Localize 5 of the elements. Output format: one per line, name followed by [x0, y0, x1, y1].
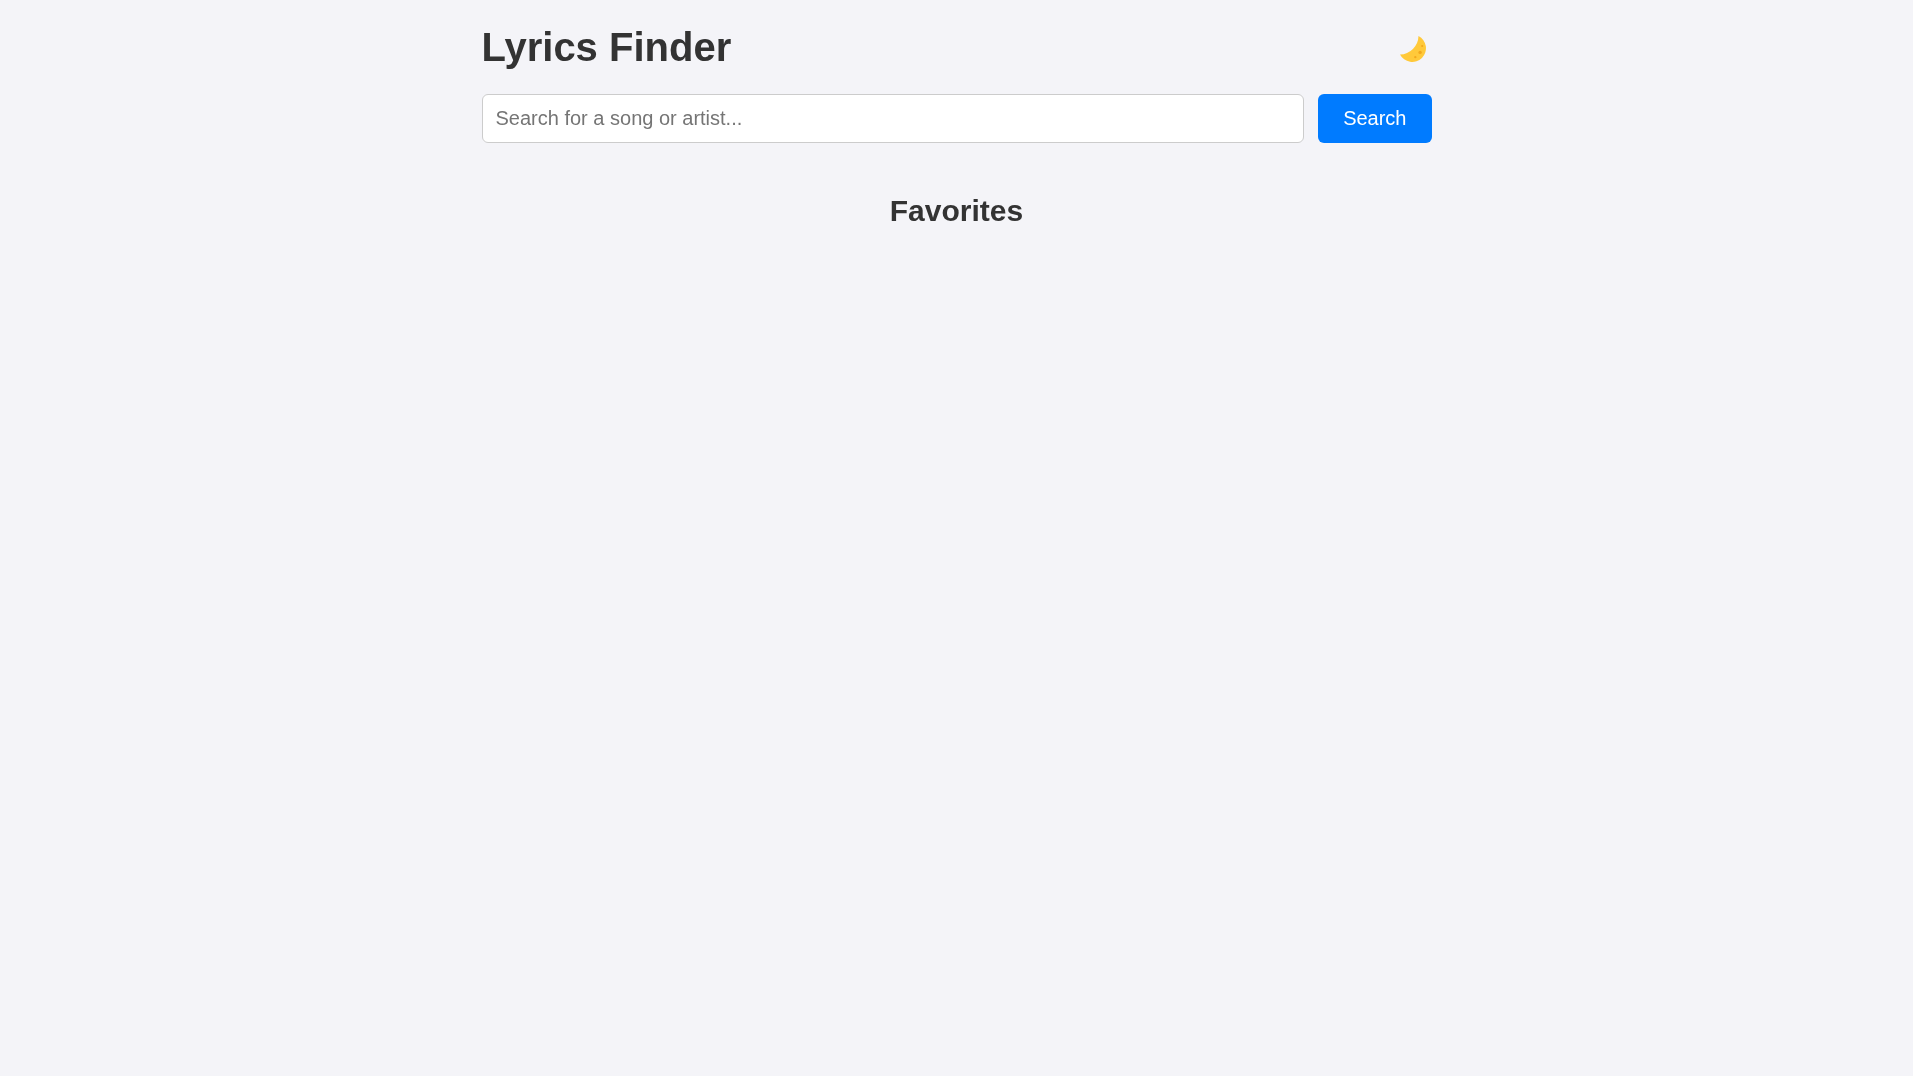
app-title: Lyrics Finder — [481, 24, 732, 71]
moon-icon[interactable] — [1399, 36, 1426, 62]
search-button[interactable]: Search — [1318, 94, 1432, 143]
search-field[interactable]: Search for a song or artist... — [481, 94, 1305, 143]
favorites-heading: Favorites — [889, 193, 1024, 229]
